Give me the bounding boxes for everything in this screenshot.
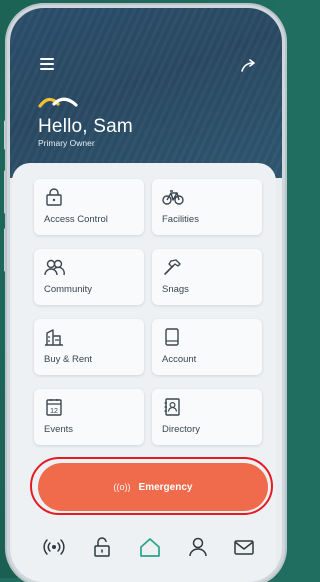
- tile-account[interactable]: Account: [152, 319, 262, 375]
- phone-frame: Hello, Sam Primary Owner Access Control …: [10, 8, 282, 582]
- mail-icon[interactable]: [232, 535, 256, 559]
- contacts-book-icon: [164, 398, 180, 416]
- person-icon[interactable]: [186, 535, 210, 559]
- greeting-text: Hello, Sam: [38, 116, 133, 137]
- broadcast-icon: ((o)): [113, 482, 131, 492]
- role-text: Primary Owner: [38, 138, 95, 148]
- tile-snags[interactable]: Snags: [152, 249, 262, 305]
- phone-side-button: [4, 170, 9, 214]
- broadcast-icon[interactable]: [42, 535, 66, 559]
- tablet-icon: [165, 328, 179, 346]
- bicycle-icon: [162, 190, 184, 205]
- brand-logo-icon: [38, 97, 78, 108]
- calendar-day-text: 12: [50, 408, 58, 415]
- tile-events[interactable]: 12 Events: [34, 389, 144, 445]
- bottom-nav: [10, 523, 282, 573]
- tile-access-control[interactable]: Access Control: [34, 179, 144, 235]
- lock-icon: [46, 188, 62, 206]
- phone-side-button: [4, 120, 9, 150]
- tile-label: Community: [44, 284, 93, 295]
- emergency-button[interactable]: ((o)) Emergency: [38, 463, 268, 511]
- tile-buy-rent[interactable]: Buy & Rent: [34, 319, 144, 375]
- tile-label: Snags: [162, 284, 189, 295]
- emergency-label: Emergency: [138, 481, 193, 493]
- menu-icon[interactable]: [40, 58, 54, 70]
- people-icon: [44, 259, 65, 276]
- tile-facilities[interactable]: Facilities: [152, 179, 262, 235]
- tile-label: Directory: [162, 424, 201, 435]
- tile-directory[interactable]: Directory: [152, 389, 262, 445]
- phone-side-button: [4, 228, 9, 272]
- tile-community[interactable]: Community: [34, 249, 144, 305]
- share-icon[interactable]: [240, 58, 258, 74]
- tile-label: Account: [162, 354, 197, 365]
- tile-label: Facilities: [162, 214, 199, 225]
- tile-label: Buy & Rent: [44, 354, 93, 365]
- quick-actions-panel: Access Control Facilities Community Snag…: [12, 163, 276, 582]
- home-icon[interactable]: [138, 535, 162, 559]
- hammer-icon: [164, 259, 181, 275]
- unlock-icon[interactable]: [90, 535, 114, 559]
- tile-label: Access Control: [44, 214, 108, 225]
- calendar-icon: 12: [46, 399, 62, 416]
- buildings-icon: [45, 329, 63, 346]
- tile-label: Events: [44, 424, 74, 435]
